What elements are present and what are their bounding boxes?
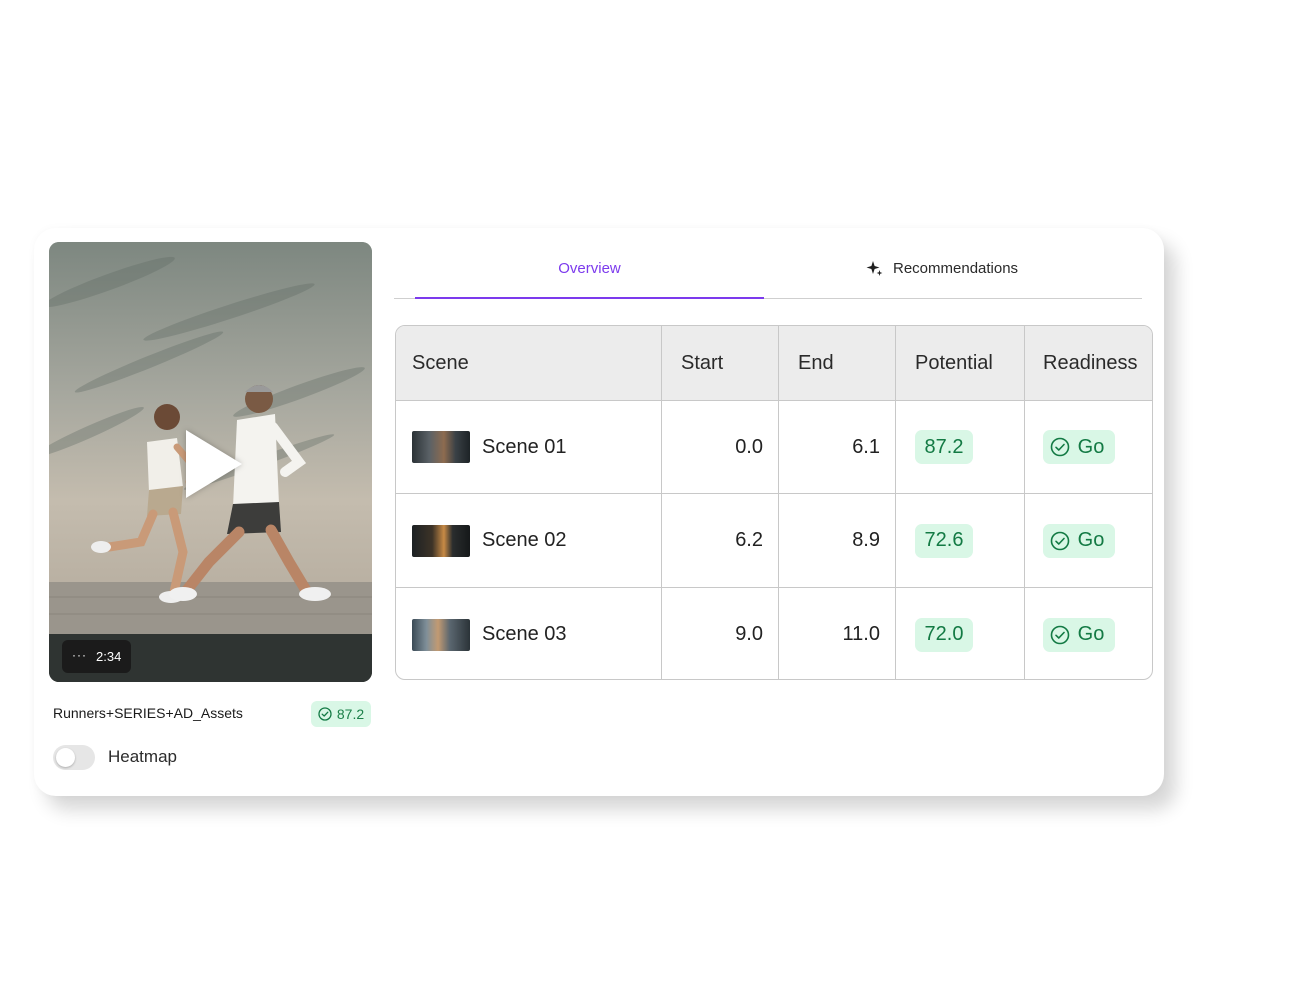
end-cell: 11.0 [842,623,880,645]
asset-score-badge: 87.2 [311,701,371,727]
readiness-badge: Go [1043,617,1115,652]
table-row[interactable]: Scene 02 6.2 8.9 72.6 Go [396,494,1152,588]
scenes-table: Scene Start End Potential Readiness Scen… [395,325,1153,680]
table-row[interactable]: Scene 01 0.0 6.1 87.2 Go [396,401,1152,494]
column-divider [661,326,662,679]
scene-name: Scene 01 [482,435,567,458]
check-circle-icon [1050,437,1069,457]
readiness-label: Go [1077,529,1105,551]
sparkle-icon [866,261,883,276]
check-circle-icon [1050,625,1069,644]
header-end[interactable]: End [779,326,896,400]
tab-recommendations[interactable]: Recommendations [866,260,1018,277]
duration-badge: ··· 2:34 [62,640,131,673]
play-icon[interactable] [186,430,242,498]
heatmap-label: Heatmap [108,747,177,766]
readiness-badge: Go [1043,430,1115,464]
end-cell: 8.9 [852,529,880,551]
check-circle-icon [318,707,332,721]
start-cell: 6.2 [735,529,763,551]
scene-cell: Scene 02 [396,494,662,587]
readiness-cell: Go [1025,401,1152,493]
header-potential[interactable]: Potential [896,326,1025,400]
asset-score-value: 87.2 [336,706,365,722]
tab-overview[interactable]: Overview [415,260,764,277]
asset-name: Runners+SERIES+AD_Assets [53,705,243,721]
potential-badge: 72.0 [915,617,973,652]
duration-label: 2:34 [96,649,122,664]
scene-cell: Scene 03 [396,588,662,679]
start-cell: 0.0 [735,435,763,458]
column-divider [1024,326,1025,679]
scene-name: Scene 03 [482,623,567,645]
table-row[interactable]: Scene 03 9.0 11.0 72.0 Go [396,588,1152,679]
end-cell: 6.1 [852,435,880,458]
start-cell: 9.0 [735,623,763,645]
column-divider [778,326,779,679]
potential-cell: 72.0 [896,588,1025,679]
more-icon[interactable]: ··· [72,648,87,662]
tab-recommendations-label: Recommendations [893,260,1019,277]
readiness-cell: Go [1025,588,1152,679]
header-scene[interactable]: Scene [396,326,662,400]
readiness-badge: Go [1043,523,1115,558]
readiness-label: Go [1077,435,1105,458]
check-circle-icon [1050,531,1069,550]
readiness-cell: Go [1025,494,1152,587]
table-header-row: Scene Start End Potential Readiness [396,326,1152,401]
toggle-knob [56,748,75,767]
potential-badge: 87.2 [915,430,973,464]
header-start[interactable]: Start [662,326,779,400]
potential-cell: 72.6 [896,494,1025,587]
header-readiness[interactable]: Readiness [1025,326,1152,400]
tab-active-indicator [415,297,764,299]
scene-cell: Scene 01 [396,401,662,493]
scene-thumbnail [412,431,470,463]
scene-thumbnail [412,618,470,651]
potential-badge: 72.6 [915,523,973,558]
scene-name: Scene 02 [482,529,567,551]
column-divider [895,326,896,679]
readiness-label: Go [1077,623,1105,645]
potential-cell: 87.2 [896,401,1025,493]
heatmap-toggle[interactable] [53,745,95,770]
scene-thumbnail [412,524,470,557]
